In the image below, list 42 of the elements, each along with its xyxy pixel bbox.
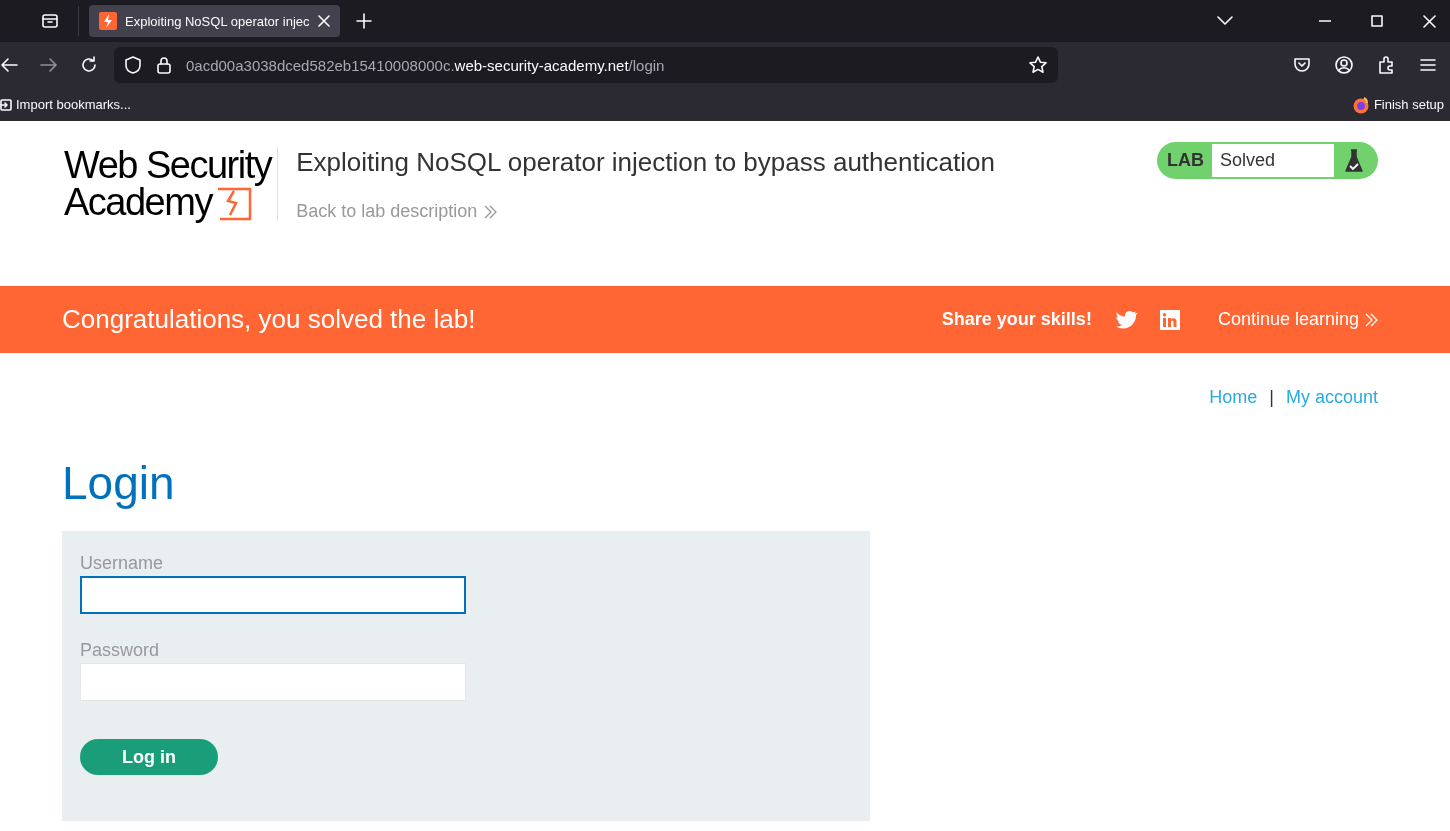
import-icon — [0, 98, 12, 111]
lightning-bolt-icon — [99, 12, 117, 30]
reload-icon[interactable] — [80, 56, 98, 74]
chevron-down-icon[interactable] — [1217, 16, 1233, 26]
flask-check-icon — [1344, 148, 1364, 173]
forward-arrow-icon — [40, 57, 58, 73]
page-heading: Login — [62, 456, 176, 511]
field-label: Password — [80, 640, 161, 661]
maximize-icon[interactable] — [1371, 15, 1383, 27]
new-tab-icon[interactable] — [355, 13, 372, 29]
close-icon[interactable] — [1423, 14, 1436, 28]
continue-learning-link[interactable]: Continue learning — [1217, 309, 1378, 330]
browser-logo-icon — [1351, 95, 1370, 114]
lock-icon[interactable] — [156, 55, 172, 75]
bird-icon[interactable] — [1115, 310, 1138, 329]
lab-status-badge: LAB Solved — [1157, 142, 1378, 179]
back-arrow-icon[interactable] — [0, 57, 18, 73]
star-icon[interactable] — [1028, 55, 1048, 75]
puzzle-piece-icon[interactable] — [1376, 55, 1396, 75]
nav-link[interactable]: Home — [1209, 387, 1258, 408]
close-icon[interactable] — [317, 15, 330, 27]
double-chevron-icon — [483, 204, 498, 219]
account-icon[interactable] — [1334, 55, 1354, 75]
address-bar[interactable]: 0acd00a3038dced582eb15410008000c.web-security-academy.net/login — [114, 47, 1058, 83]
back-link[interactable]: Back to lab description — [296, 201, 498, 222]
share-label: Share your skills! — [941, 309, 1092, 330]
field-label: Username — [80, 553, 165, 574]
nav-separator: | — [1269, 387, 1274, 408]
finish-setup-button[interactable]: Finish setup — [1351, 95, 1444, 114]
tab-list-icon[interactable] — [40, 11, 60, 31]
input-field[interactable] — [80, 576, 466, 614]
lab-title: Exploiting NoSQL operator injection to bypass authentication — [296, 147, 996, 177]
nav-link[interactable]: My account — [1285, 387, 1378, 408]
double-chevron-icon — [1364, 312, 1378, 327]
linkedin-icon[interactable] — [1159, 309, 1180, 330]
shield-icon[interactable] — [124, 55, 142, 75]
success-message: Congratulations, you solved the lab! — [62, 304, 477, 335]
logo: Web Security Academy — [64, 147, 279, 221]
browser-tab[interactable]: Exploiting NoSQL operator injec — [89, 5, 340, 37]
bookmark-item[interactable]: Import bookmarks... — [0, 97, 131, 112]
login-button[interactable]: Log in — [80, 739, 218, 775]
pocket-icon[interactable] — [1292, 55, 1312, 75]
